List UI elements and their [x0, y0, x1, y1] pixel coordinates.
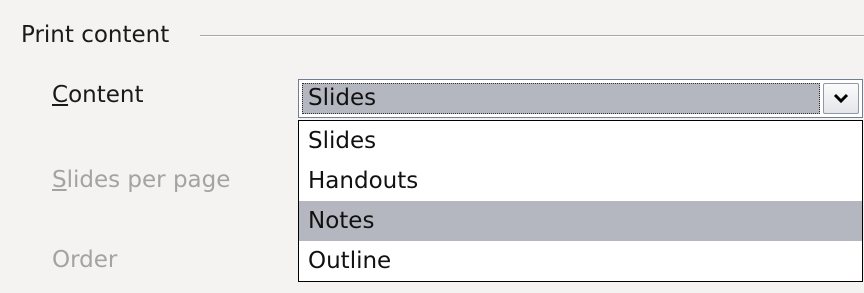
slides-per-page-label-rest: lides per page — [66, 167, 231, 193]
group-title: Print content — [21, 22, 170, 48]
chevron-down-icon — [833, 93, 849, 104]
dropdown-button[interactable] — [823, 83, 859, 114]
content-combobox[interactable]: Slides — [298, 79, 863, 118]
option-notes[interactable]: Notes — [299, 201, 862, 241]
option-slides[interactable]: Slides — [299, 121, 862, 161]
option-outline[interactable]: Outline — [299, 241, 862, 281]
content-dropdown-list[interactable]: Slides Handouts Notes Outline — [298, 120, 863, 282]
slides-per-page-label-mnemonic: S — [52, 167, 67, 193]
content-label-rest: ontent — [68, 82, 144, 108]
content-label: Content — [52, 80, 143, 110]
order-label: Order — [52, 247, 118, 273]
content-combobox-value[interactable]: Slides — [302, 83, 820, 114]
slides-per-page-label: Slides per page — [52, 165, 230, 195]
option-handouts[interactable]: Handouts — [299, 161, 862, 201]
group-divider — [200, 35, 864, 37]
content-label-mnemonic: C — [52, 82, 69, 108]
